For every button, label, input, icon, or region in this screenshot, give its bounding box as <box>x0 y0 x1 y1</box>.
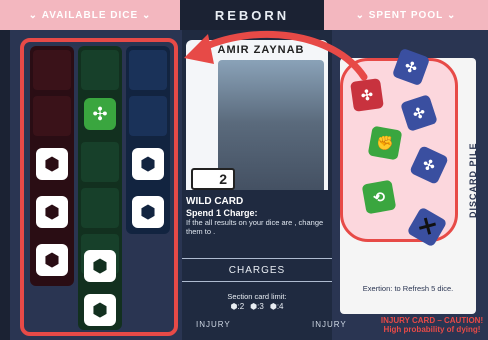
limit-item: ⬢:4 <box>269 302 284 311</box>
section-limit-label: Section card limit: <box>227 292 287 301</box>
available-dice-header: ⌄ AVAILABLE DICE ⌄ <box>0 0 180 30</box>
ability-cost: Spend 1 Charge: <box>186 208 258 218</box>
arrows-icon: ✣ <box>410 103 427 122</box>
return-arrow-icon <box>184 30 368 81</box>
injury-slot-label: INJURY <box>196 320 231 329</box>
chevron-down-icon: ⌄ <box>355 9 369 21</box>
charges-label: CHARGES <box>228 264 286 276</box>
limit-item: ⬢:2 <box>230 302 245 311</box>
chevron-down-icon: ⌄ <box>138 9 152 21</box>
chevron-down-icon: ⌄ <box>443 9 457 21</box>
level-badge: 2 <box>191 168 235 190</box>
arrows-icon: ✣ <box>402 57 420 77</box>
discard-pile-label: DISCARD PILE <box>468 142 478 218</box>
injury-slot-label: INJURY <box>312 320 347 329</box>
spent-die-green[interactable]: ⟲ <box>361 179 397 215</box>
available-dice-highlight <box>20 38 178 336</box>
spent-die-green[interactable]: ✊ <box>367 125 403 161</box>
charges-bar[interactable]: CHARGES <box>182 258 332 282</box>
available-dice-label: AVAILABLE DICE <box>41 9 139 21</box>
injury-card-sub: High probability of dying! <box>383 325 481 334</box>
injury-card-title: INJURY CARD – CAUTION! <box>380 316 484 325</box>
limit-item: ⬢:3 <box>250 302 264 311</box>
exertion-text: Exertion: to Refresh 5 dice. <box>362 284 454 293</box>
fist-icon: ✊ <box>375 133 396 152</box>
crossed-out-icon: ✕ <box>413 211 442 243</box>
spent-pool-label: SPENT POOL <box>368 9 444 21</box>
arrows-icon: ✣ <box>420 154 438 175</box>
shield-icon: ⟲ <box>371 187 387 206</box>
injury-card-warning: INJURY CARD – CAUTION! High probability … <box>380 316 484 334</box>
section-limit-row: ⬢:2 ⬢:3 ⬢:4 <box>182 302 332 311</box>
chevron-down-icon: ⌄ <box>28 9 42 21</box>
ability-title: WILD CARD <box>186 196 244 207</box>
ability-text: If the all results on your dice are , ch… <box>186 218 324 236</box>
